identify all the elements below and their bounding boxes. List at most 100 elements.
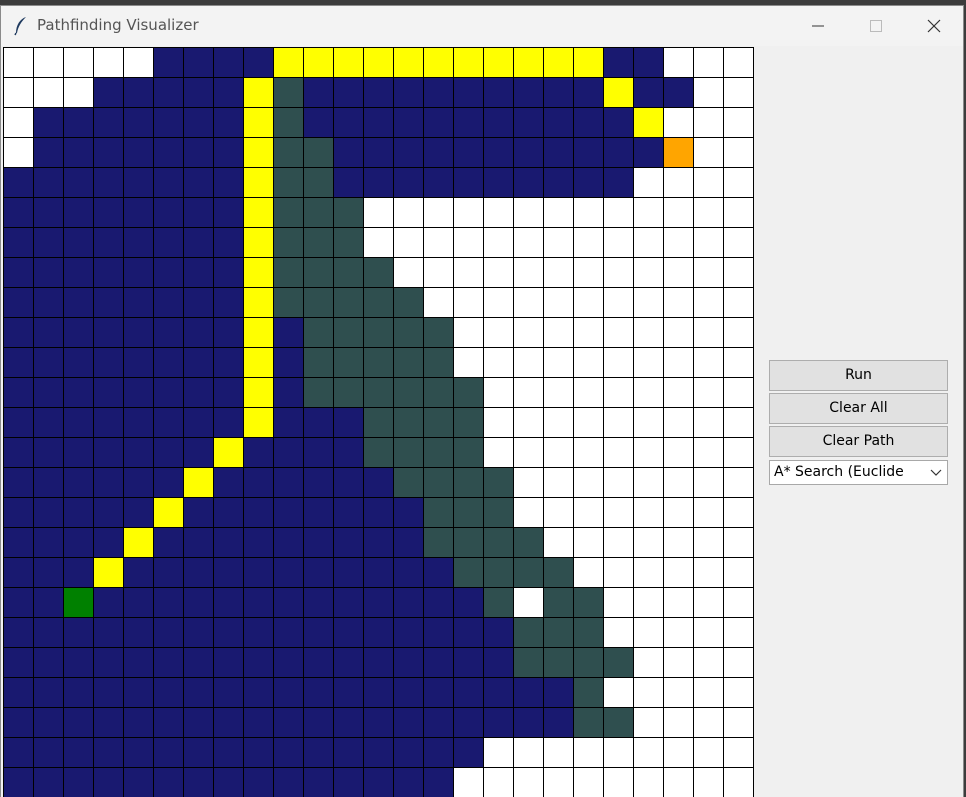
grid-cell-empty[interactable] bbox=[604, 738, 633, 767]
grid-cell-empty[interactable] bbox=[694, 648, 723, 677]
grid-cell-visited[interactable] bbox=[634, 138, 663, 167]
grid-cell-empty[interactable] bbox=[424, 228, 453, 257]
grid-cell-frontier[interactable] bbox=[394, 318, 423, 347]
grid-cell-empty[interactable] bbox=[724, 138, 753, 167]
grid-cell-frontier[interactable] bbox=[424, 498, 453, 527]
grid-cell-empty[interactable] bbox=[664, 558, 693, 587]
grid-cell-path[interactable] bbox=[124, 528, 153, 557]
grid-cell-visited[interactable] bbox=[184, 78, 213, 107]
grid-cell-visited[interactable] bbox=[424, 168, 453, 197]
grid-cell-visited[interactable] bbox=[4, 588, 33, 617]
grid-cell-visited[interactable] bbox=[394, 108, 423, 137]
grid-cell-visited[interactable] bbox=[274, 708, 303, 737]
grid-cell-empty[interactable] bbox=[634, 498, 663, 527]
grid-cell-empty[interactable] bbox=[574, 768, 603, 797]
grid-cell-visited[interactable] bbox=[214, 228, 243, 257]
grid-cell-visited[interactable] bbox=[124, 768, 153, 797]
grid-cell-visited[interactable] bbox=[394, 78, 423, 107]
grid-cell-empty[interactable] bbox=[634, 558, 663, 587]
grid-cell-visited[interactable] bbox=[4, 438, 33, 467]
grid-cell-empty[interactable] bbox=[484, 738, 513, 767]
grid-cell-visited[interactable] bbox=[394, 168, 423, 197]
grid-cell-empty[interactable] bbox=[694, 678, 723, 707]
grid-cell-frontier[interactable] bbox=[424, 438, 453, 467]
grid-cell-visited[interactable] bbox=[124, 678, 153, 707]
grid-cell-empty[interactable] bbox=[694, 618, 723, 647]
grid-cell-visited[interactable] bbox=[394, 528, 423, 557]
grid-cell-visited[interactable] bbox=[484, 708, 513, 737]
grid-cell-path[interactable] bbox=[424, 48, 453, 77]
grid-cell-visited[interactable] bbox=[334, 468, 363, 497]
grid-cell-visited[interactable] bbox=[154, 318, 183, 347]
grid-cell-visited[interactable] bbox=[94, 318, 123, 347]
grid-cell-visited[interactable] bbox=[124, 408, 153, 437]
grid-cell-visited[interactable] bbox=[454, 738, 483, 767]
grid-cell-visited[interactable] bbox=[214, 648, 243, 677]
grid-cell-empty[interactable] bbox=[694, 528, 723, 557]
grid-cell-empty[interactable] bbox=[34, 78, 63, 107]
grid-cell-empty[interactable] bbox=[544, 288, 573, 317]
grid-cell-visited[interactable] bbox=[154, 468, 183, 497]
grid-cell-empty[interactable] bbox=[694, 468, 723, 497]
grid-cell-frontier[interactable] bbox=[304, 348, 333, 377]
grid-cell-visited[interactable] bbox=[124, 138, 153, 167]
grid-cell-empty[interactable] bbox=[604, 678, 633, 707]
grid-cell-visited[interactable] bbox=[124, 168, 153, 197]
minimize-button[interactable] bbox=[789, 6, 847, 46]
grid-cell-empty[interactable] bbox=[694, 168, 723, 197]
grid-cell-visited[interactable] bbox=[154, 408, 183, 437]
grid-cell-visited[interactable] bbox=[214, 678, 243, 707]
grid-cell-visited[interactable] bbox=[334, 108, 363, 137]
grid-cell-visited[interactable] bbox=[214, 378, 243, 407]
grid-cell-frontier[interactable] bbox=[364, 408, 393, 437]
grid-cell-frontier[interactable] bbox=[394, 378, 423, 407]
grid-cell-visited[interactable] bbox=[394, 138, 423, 167]
grid-cell-empty[interactable] bbox=[514, 198, 543, 227]
grid-cell-empty[interactable] bbox=[514, 318, 543, 347]
grid-cell-empty[interactable] bbox=[634, 738, 663, 767]
grid-cell-visited[interactable] bbox=[94, 408, 123, 437]
grid-cell-path[interactable] bbox=[334, 48, 363, 77]
grid-cell-visited[interactable] bbox=[154, 198, 183, 227]
grid-cell-empty[interactable] bbox=[634, 528, 663, 557]
grid-cell-empty[interactable] bbox=[724, 708, 753, 737]
grid-cell-empty[interactable] bbox=[604, 498, 633, 527]
grid-cell-visited[interactable] bbox=[484, 138, 513, 167]
grid-cell-visited[interactable] bbox=[364, 168, 393, 197]
grid-cell-frontier[interactable] bbox=[364, 348, 393, 377]
grid-cell-visited[interactable] bbox=[94, 78, 123, 107]
grid-cell-empty[interactable] bbox=[634, 168, 663, 197]
grid-cell-visited[interactable] bbox=[244, 708, 273, 737]
grid-cell-visited[interactable] bbox=[184, 198, 213, 227]
grid-cell-visited[interactable] bbox=[334, 408, 363, 437]
grid-cell-frontier[interactable] bbox=[274, 108, 303, 137]
grid-cell-frontier[interactable] bbox=[514, 528, 543, 557]
grid-cell-visited[interactable] bbox=[124, 288, 153, 317]
grid-cell-empty[interactable] bbox=[664, 528, 693, 557]
grid-cell-visited[interactable] bbox=[4, 768, 33, 797]
grid-cell-visited[interactable] bbox=[364, 468, 393, 497]
grid-cell-visited[interactable] bbox=[124, 378, 153, 407]
grid-cell-visited[interactable] bbox=[154, 738, 183, 767]
grid-cell-visited[interactable] bbox=[184, 258, 213, 287]
grid-cell-frontier[interactable] bbox=[424, 468, 453, 497]
grid-cell-visited[interactable] bbox=[574, 108, 603, 137]
grid-cell-visited[interactable] bbox=[394, 648, 423, 677]
grid-cell-visited[interactable] bbox=[544, 678, 573, 707]
grid-cell-visited[interactable] bbox=[184, 738, 213, 767]
grid-cell-frontier[interactable] bbox=[334, 198, 363, 227]
grid-cell-empty[interactable] bbox=[574, 468, 603, 497]
grid-cell-empty[interactable] bbox=[724, 648, 753, 677]
grid-cell-visited[interactable] bbox=[544, 168, 573, 197]
clear-all-button[interactable]: Clear All bbox=[769, 393, 948, 424]
grid-cell-visited[interactable] bbox=[394, 558, 423, 587]
grid-cell-empty[interactable] bbox=[544, 468, 573, 497]
grid-cell-path[interactable] bbox=[304, 48, 333, 77]
grid-cell-visited[interactable] bbox=[304, 768, 333, 797]
grid-cell-visited[interactable] bbox=[64, 768, 93, 797]
grid-cell-visited[interactable] bbox=[94, 528, 123, 557]
grid-cell-visited[interactable] bbox=[424, 78, 453, 107]
grid-cell-visited[interactable] bbox=[244, 618, 273, 647]
grid-cell-visited[interactable] bbox=[364, 678, 393, 707]
grid-cell-visited[interactable] bbox=[574, 78, 603, 107]
